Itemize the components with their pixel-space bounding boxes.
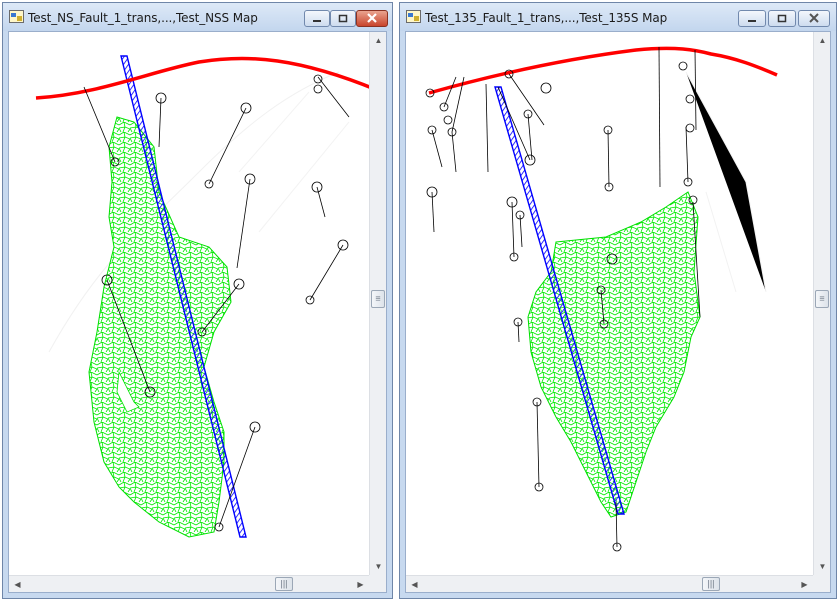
close-button[interactable] xyxy=(356,10,388,27)
left-window-title: Test_NS_Fault_1_trans,...,Test_NSS Map xyxy=(28,11,258,25)
maximize-icon xyxy=(777,14,787,23)
scrollbar-corner xyxy=(369,575,386,592)
maximize-button[interactable] xyxy=(768,10,796,27)
scroll-up-arrow-icon[interactable]: ▲ xyxy=(814,32,830,49)
scroll-down-arrow-icon[interactable]: ▼ xyxy=(370,558,386,575)
right-map-plot[interactable] xyxy=(406,32,831,593)
surface-outline xyxy=(428,46,778,95)
vertical-scroll-thumb[interactable]: ≡ xyxy=(371,290,385,308)
scroll-up-arrow-icon[interactable]: ▲ xyxy=(370,32,386,49)
minimize-icon xyxy=(748,20,756,22)
scrollbar-corner xyxy=(813,575,830,592)
left-window-titlebar[interactable]: Test_NS_Fault_1_trans,...,Test_NSS Map xyxy=(3,3,392,31)
surface-outline xyxy=(35,56,378,100)
close-button[interactable] xyxy=(798,10,830,27)
scroll-right-arrow-icon[interactable]: ▶ xyxy=(352,576,369,592)
left-map-canvas[interactable]: ▲ ≡ ▼ ◀ ||| ▶ xyxy=(8,31,387,593)
scroll-left-arrow-icon[interactable]: ◀ xyxy=(9,576,26,592)
left-map-window[interactable]: Test_NS_Fault_1_trans,...,Test_NSS Map ▲… xyxy=(2,2,393,599)
horizontal-scroll-thumb[interactable]: ||| xyxy=(275,577,293,591)
scroll-left-arrow-icon[interactable]: ◀ xyxy=(406,576,423,592)
left-vertical-scrollbar[interactable]: ▲ ≡ ▼ xyxy=(369,32,386,575)
right-horizontal-scrollbar[interactable]: ◀ ||| ▶ xyxy=(406,575,813,592)
right-map-canvas[interactable]: ▲ ≡ ▼ ◀ ||| ▶ xyxy=(405,31,831,593)
vertical-scroll-thumb[interactable]: ≡ xyxy=(815,290,829,308)
left-horizontal-scrollbar[interactable]: ◀ ||| ▶ xyxy=(9,575,369,592)
right-vertical-scrollbar[interactable]: ▲ ≡ ▼ xyxy=(813,32,830,575)
right-map-window[interactable]: Test_135_Fault_1_trans,...,Test_135S Map xyxy=(399,2,837,599)
maximize-button[interactable] xyxy=(330,10,356,27)
right-window-titlebar[interactable]: Test_135_Fault_1_trans,...,Test_135S Map xyxy=(400,3,836,31)
map-window-icon xyxy=(406,10,421,23)
close-icon xyxy=(809,13,819,23)
scroll-right-arrow-icon[interactable]: ▶ xyxy=(796,576,813,592)
scroll-down-arrow-icon[interactable]: ▼ xyxy=(814,558,830,575)
maximize-icon xyxy=(338,14,348,23)
right-window-title: Test_135_Fault_1_trans,...,Test_135S Map xyxy=(425,11,668,25)
minimize-icon xyxy=(313,20,321,22)
minimize-button[interactable] xyxy=(738,10,766,27)
map-window-icon xyxy=(9,10,24,23)
horizontal-scroll-thumb[interactable]: ||| xyxy=(702,577,720,591)
close-icon xyxy=(367,13,377,23)
minimize-button[interactable] xyxy=(304,10,330,27)
left-map-plot[interactable] xyxy=(9,32,387,593)
grid-mesh-region xyxy=(527,191,701,518)
